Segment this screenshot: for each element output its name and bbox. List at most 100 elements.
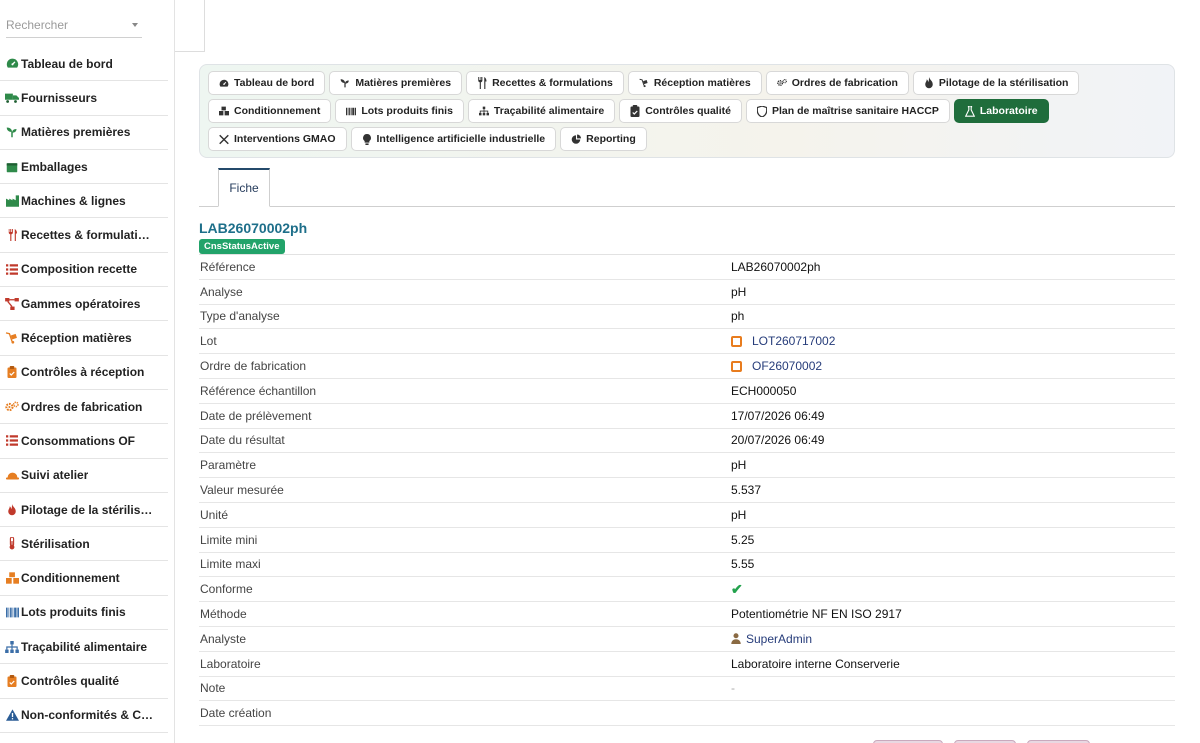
- tab-laboratoire[interactable]: Laboratoire: [953, 99, 1049, 123]
- field-row: Lot LOT260717002: [199, 329, 1175, 355]
- top-toggle-area: [175, 0, 205, 52]
- tab-controles-qualite[interactable]: Contrôles qualité: [619, 99, 742, 123]
- sidebar-item-composition-recette[interactable]: Composition recette: [0, 253, 168, 288]
- object-icon: [731, 335, 742, 347]
- field-label: Référence échantillon: [200, 383, 317, 398]
- sidebar-item-label: Gammes opératoires: [21, 296, 141, 311]
- sidebar-item-suivi-atelier[interactable]: Suivi atelier: [0, 459, 168, 493]
- tab-tableau-de-bord[interactable]: Tableau de bord: [208, 71, 326, 95]
- sidebar-item-label: Ordres de fabrication: [21, 399, 143, 414]
- tab-label: Recettes & formulations: [492, 77, 613, 89]
- chevron-down-icon[interactable]: [132, 23, 138, 27]
- tab-plan-de-maitrise-sanitaire-haccp[interactable]: Plan de maîtrise sanitaire HACCP: [745, 99, 950, 123]
- field-value: LAB26070002ph: [731, 260, 820, 274]
- sidebar-item-tableau-de-bord[interactable]: Tableau de bord: [0, 47, 168, 82]
- dashboard-icon: [5, 57, 19, 71]
- sidebar-item-emballages[interactable]: Emballages: [0, 150, 168, 185]
- tab-pilotage-de-la-sterilisation[interactable]: Pilotage de la stérilisation: [912, 71, 1080, 95]
- check-icon: ✔: [731, 580, 743, 597]
- dolly-icon: [639, 78, 649, 88]
- sidebar-item-label: Consommations OF: [21, 433, 136, 448]
- search-box[interactable]: [6, 14, 142, 38]
- tab-tracabilite-alimentaire[interactable]: Traçabilité alimentaire: [467, 99, 616, 123]
- sidebar-item-controles-a-reception[interactable]: Contrôles à réception: [0, 356, 168, 390]
- sidebar-item-controles-qualite[interactable]: Contrôles qualité: [0, 664, 168, 699]
- field-value: pH: [731, 458, 746, 472]
- field-text: pH: [731, 458, 747, 473]
- tab-interventions-gmao[interactable]: Interventions GMAO: [208, 127, 347, 151]
- industry-icon: [5, 194, 19, 208]
- field-row: Analyste SuperAdmin: [199, 627, 1175, 652]
- sidebar-item-consommations-of[interactable]: Consommations OF: [0, 424, 168, 459]
- fire-icon: [924, 77, 934, 89]
- sidebar: Tableau de bord Fournisseurs Matières prem…: [0, 0, 175, 743]
- tab-conditionnement[interactable]: Conditionnement: [208, 99, 332, 123]
- field-link[interactable]: OF26070002: [752, 359, 822, 373]
- field-value: LOT260717002: [731, 334, 835, 348]
- tab-reporting[interactable]: Reporting: [560, 127, 647, 151]
- field-label: Paramètre: [200, 458, 257, 473]
- sidebar-item-matieres-premieres[interactable]: Matières premières: [0, 116, 168, 150]
- field-label: Date du résultat: [200, 433, 285, 448]
- field-value: pH: [731, 285, 746, 299]
- tab-label: Laboratoire: [979, 105, 1038, 117]
- shield-icon: [756, 105, 767, 117]
- lightbulb-icon: [362, 133, 372, 145]
- field-row: Limite maxi 5.55: [199, 553, 1175, 578]
- clipboard-check-icon: [5, 674, 19, 688]
- tab-reception-matieres[interactable]: Réception matières: [627, 71, 762, 95]
- dolly-icon: [5, 331, 19, 345]
- field-row: Ordre de fabrication OF26070002: [199, 354, 1175, 379]
- tab-intelligence-artificielle-industrielle[interactable]: Intelligence artificielle industrielle: [350, 127, 557, 151]
- tab-label: Contrôles qualité: [645, 105, 731, 117]
- field-row: Date de prélèvement 17/07/2026 06:49: [199, 404, 1175, 429]
- tab-ordres-de-fabrication[interactable]: Ordres de fabrication: [765, 71, 909, 95]
- barcode-icon: [5, 605, 19, 619]
- field-text: 5.25: [731, 532, 755, 547]
- field-label: Type d'analyse: [200, 309, 280, 324]
- list-icon: [5, 262, 19, 276]
- field-text: ECH000050: [731, 383, 797, 398]
- sidebar-item-label: Machines & lignes: [21, 193, 126, 208]
- sitemap-icon: [478, 106, 489, 116]
- tab-fiche[interactable]: Fiche: [218, 168, 270, 207]
- search-input[interactable]: [6, 14, 124, 36]
- sidebar-item-ordres-de-fabrication[interactable]: Ordres de fabrication: [0, 390, 168, 425]
- field-text: ph: [731, 309, 745, 324]
- sidebar-item-sterilisation[interactable]: Stérilisation: [0, 527, 168, 562]
- sidebar-item-machines-lignes[interactable]: Machines & lignes: [0, 184, 168, 219]
- tab-label: Réception matières: [653, 77, 751, 89]
- tab-recettes-formulations[interactable]: Recettes & formulations: [466, 71, 624, 95]
- tools-icon: [219, 134, 229, 144]
- dashboard-icon: [219, 78, 229, 88]
- clipboard-check-icon: [630, 105, 640, 117]
- seedling-icon: [340, 78, 350, 88]
- sidebar-item-pilotage-de-la-sterilis[interactable]: Pilotage de la stérilis…: [0, 493, 168, 528]
- sidebar-item-label: Matières premières: [21, 125, 131, 140]
- sidebar-item-lots-produits-finis[interactable]: Lots produits finis: [0, 596, 168, 631]
- field-link[interactable]: LOT260717002: [752, 334, 835, 348]
- record-fields: Référence LAB26070002ph Analyse pH Type d'an…: [199, 254, 1175, 727]
- sidebar-item-reception-matieres[interactable]: Réception matières: [0, 321, 168, 356]
- tab-matieres-premieres[interactable]: Matières premières: [329, 71, 463, 95]
- sidebar-item-tracabilite-alimentaire[interactable]: Traçabilité alimentaire: [0, 630, 168, 665]
- field-value: OF26070002: [731, 359, 822, 373]
- chart-pie-icon: [571, 134, 582, 144]
- sidebar-item-non-conformites-c[interactable]: Non-conformités & C…: [0, 699, 168, 733]
- field-label: Référence: [200, 259, 256, 274]
- utensils-icon: [477, 77, 487, 89]
- field-label: Lot: [200, 334, 217, 349]
- sidebar-item-fournisseurs[interactable]: Fournisseurs: [0, 81, 168, 116]
- seedling-icon: [5, 125, 19, 139]
- user-link[interactable]: SuperAdmin: [746, 632, 812, 646]
- field-text: 5.537: [731, 483, 762, 498]
- tab-lots-produits-finis[interactable]: Lots produits finis: [335, 99, 464, 123]
- field-value: ECH000050: [731, 384, 796, 398]
- field-label: Analyse: [200, 284, 243, 299]
- field-value: 5.55: [731, 557, 754, 571]
- field-value: ✔: [731, 581, 743, 598]
- sidebar-item-conditionnement[interactable]: Conditionnement: [0, 561, 168, 596]
- sidebar-item-recettes-formulati[interactable]: Recettes & formulati…: [0, 218, 168, 253]
- sidebar-item-gammes-operatoires[interactable]: Gammes opératoires: [0, 287, 168, 322]
- project-diagram-icon: [5, 297, 19, 311]
